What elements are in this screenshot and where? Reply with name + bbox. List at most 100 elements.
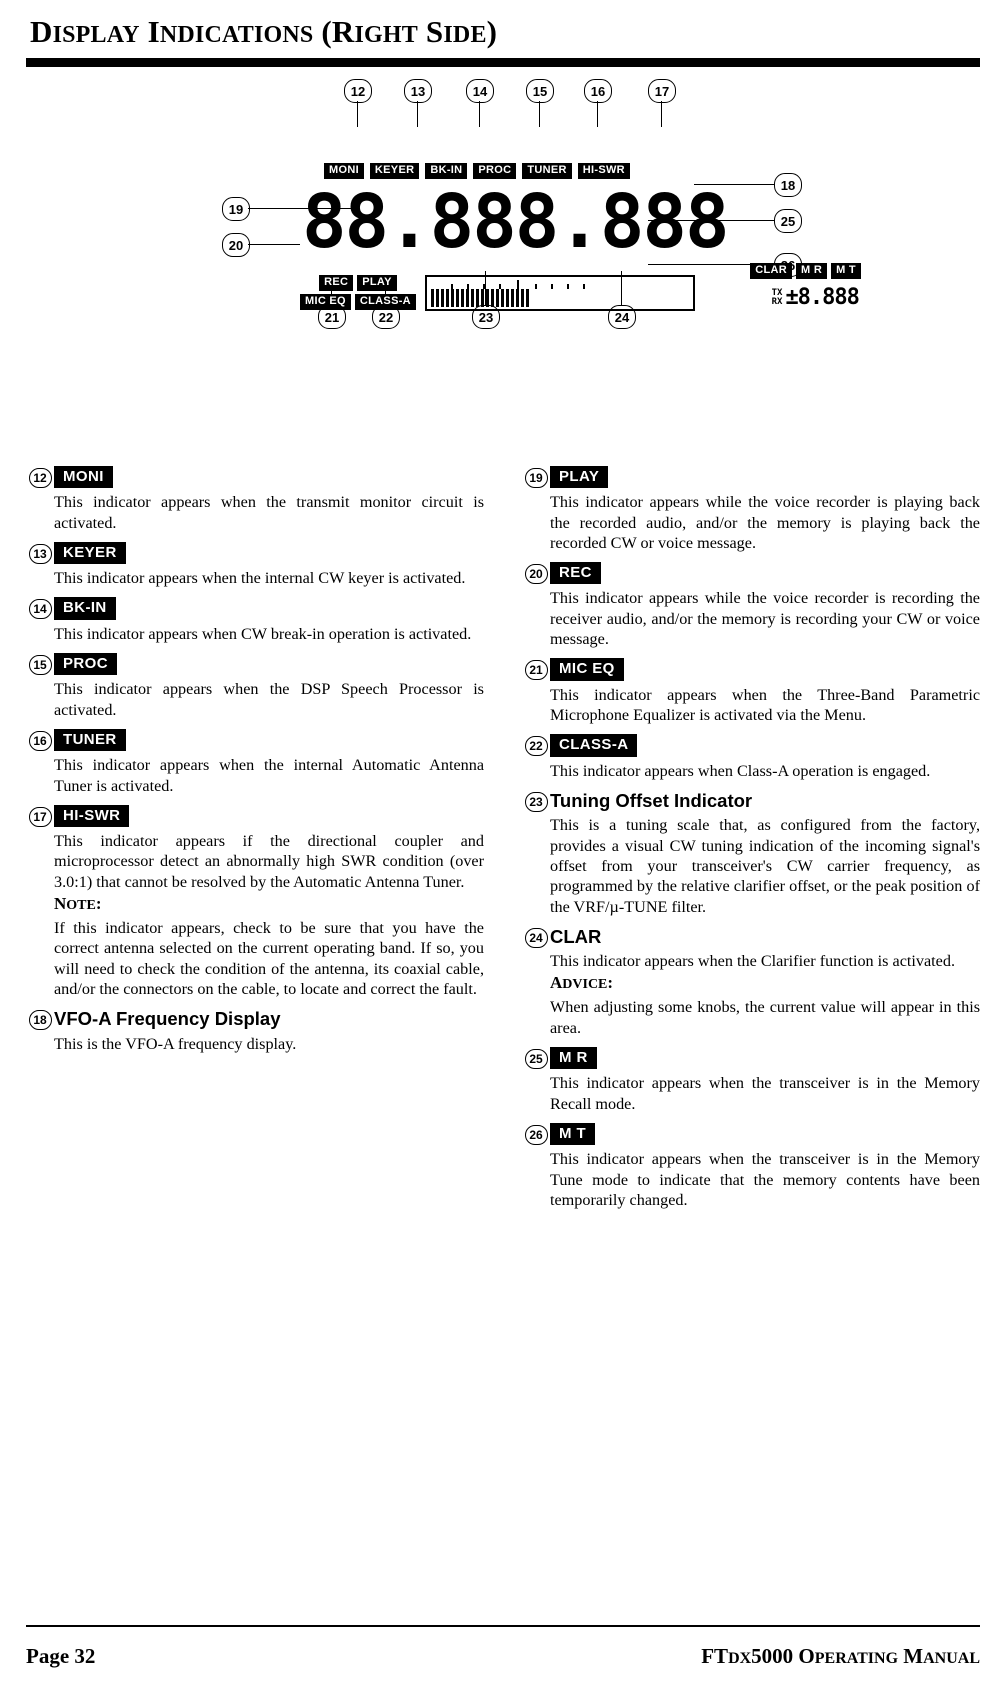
entry-14: 14 BK-IN This indicator appears when CW … (26, 597, 484, 644)
entry-heading-18: VFO-A Frequency Display (54, 1008, 281, 1030)
lcd-top-tags: MONI KEYER BK-IN PROC TUNER HI-SWR (324, 163, 630, 179)
note-label-17: NOTE: (54, 894, 102, 914)
tag-clar: CLAR (750, 263, 792, 279)
manual-page: DISPLAY INDICATIONS (RIGHT SIDE) 12 13 1… (0, 14, 1006, 1689)
note-text-17: If this indicator appears, check to be s… (54, 919, 484, 999)
entry-24: 24 CLAR This indicator appears when the … (522, 926, 980, 1038)
entry-25: 25 M R This indicator appears when the t… (522, 1047, 980, 1114)
entry-tag-keyer: KEYER (54, 541, 126, 565)
entry-text-12: This indicator appears when the transmit… (54, 493, 484, 532)
callout-18: 18 (774, 173, 802, 197)
tag-keyer: KEYER (369, 163, 420, 179)
page-footer: Page 32 FTDX5000 OPERATING MANUAL (26, 1644, 980, 1669)
entry-number-13: 13 (28, 543, 52, 564)
callout-12: 12 (344, 79, 372, 103)
entry-20: 20 REC This indicator appears while the … (522, 562, 980, 649)
entry-text-14: This indicator appears when CW break-in … (54, 624, 472, 643)
entry-number-25: 25 (524, 1049, 548, 1070)
tag-class-a: CLASS-A (354, 294, 416, 310)
entry-text-15: This indicator appears when the DSP Spee… (54, 680, 484, 719)
entry-tag-mic-eq: MIC EQ (550, 658, 624, 681)
page-title: DISPLAY INDICATIONS (RIGHT SIDE) (30, 14, 980, 50)
entry-tag-mt: M T (550, 1123, 596, 1146)
entry-tag-class-a: CLASS-A (550, 734, 638, 757)
tag-mr: M R (796, 263, 828, 279)
entry-23: 23 Tuning Offset Indicator This is a tun… (522, 790, 980, 917)
entry-19: 19 PLAY This indicator appears while the… (522, 466, 980, 553)
tag-play: PLAY (357, 275, 397, 291)
title-divider (26, 58, 980, 67)
entry-number-12: 12 (28, 468, 52, 488)
entry-text-22: This indicator appears when Class-A oper… (550, 761, 931, 780)
entry-number-24: 24 (524, 927, 548, 948)
entry-number-20: 20 (524, 564, 548, 585)
entry-16: 16 TUNER This indicator appears when the… (26, 728, 484, 796)
entry-heading-23: Tuning Offset Indicator (550, 789, 753, 811)
tag-tuner: TUNER (522, 163, 572, 179)
callout-25: 25 (774, 209, 802, 233)
callout-15: 15 (526, 79, 554, 103)
entry-22: 22 CLASS-A This indicator appears when C… (522, 734, 980, 781)
entry-tag-moni: MONI (54, 466, 113, 489)
entry-text-19: This indicator appears while the voice r… (550, 493, 980, 552)
entry-text-13: This indicator appears when the internal… (54, 569, 466, 588)
entry-text-26: This indicator appears when the transcei… (550, 1150, 980, 1209)
callout-16: 16 (584, 79, 612, 103)
rec-play-column: REC PLAY MIC EQ CLASS-A (300, 275, 416, 310)
entry-text-17: This indicator appears if the directiona… (54, 832, 484, 891)
entry-number-17: 17 (28, 806, 52, 827)
entry-text-24: This indicator appears when the Clarifie… (550, 952, 955, 971)
tag-rec: REC (319, 275, 354, 291)
tag-mt: M T (831, 263, 861, 279)
frequency-display: 88.888.888 (302, 179, 730, 265)
entry-text-18: This is the VFO-A frequency display. (54, 1034, 297, 1053)
entry-text-25: This indicator appears when the transcei… (550, 1074, 980, 1113)
entry-number-22: 22 (524, 736, 548, 757)
entry-26: 26 M T This indicator appears when the t… (522, 1123, 980, 1210)
entry-tag-mr: M R (550, 1047, 597, 1070)
entry-tag-tuner: TUNER (54, 728, 126, 752)
manual-name: FTDX5000 OPERATING MANUAL (701, 1644, 980, 1668)
right-column: 19 PLAY This indicator appears while the… (522, 466, 980, 1219)
note-text-24: When adjusting some knobs, the current v… (550, 998, 980, 1037)
tag-hi-swr: HI-SWR (577, 163, 630, 179)
tag-moni: MONI (324, 163, 364, 179)
entry-15: 15 PROC This indicator appears when the … (26, 653, 484, 720)
entry-tag-hi-swr: HI-SWR (54, 804, 130, 828)
page-number: Page 32 (26, 1644, 96, 1668)
entry-text-23: This is a tuning scale that, as configur… (550, 816, 980, 916)
entry-12: 12 MONI This indicator appears when the … (26, 466, 484, 533)
entry-number-16: 16 (28, 730, 52, 751)
lcd-panel: MONI KEYER BK-IN PROC TUNER HI-SWR 88.88… (274, 121, 861, 321)
display-diagram: 12 13 14 15 16 17 19 20 18 25 26 21 22 2… (26, 73, 980, 413)
rx-label: RX (771, 297, 783, 307)
entry-tag-rec: REC (550, 562, 601, 585)
clarifier-value: ±8.888 (785, 285, 859, 310)
tag-bk-in: BK-IN (425, 163, 468, 179)
entry-tag-bk-in: BK-IN (54, 597, 116, 620)
entry-number-21: 21 (524, 660, 548, 681)
entry-text-16: This indicator appears when the internal… (54, 756, 484, 795)
entry-number-18: 18 (28, 1010, 52, 1031)
note-label-24: ADVICE: (550, 973, 614, 993)
entry-13: 13 KEYER This indicator appears when the… (26, 541, 484, 589)
body-columns: 12 MONI This indicator appears when the … (26, 466, 980, 1219)
callout-17: 17 (648, 79, 676, 103)
footer-divider (26, 1624, 980, 1627)
entry-number-15: 15 (28, 655, 52, 676)
entry-17: 17 HI-SWR This indicator appears if the … (26, 804, 484, 1000)
entry-tag-play: PLAY (550, 466, 609, 489)
entry-text-21: This indicator appears when the Three-Ba… (550, 685, 980, 725)
entry-heading-24: CLAR (550, 925, 602, 947)
tag-mic-eq: MIC EQ (300, 294, 351, 310)
tx-rx-labels: TX RX (771, 288, 783, 308)
entry-number-14: 14 (28, 599, 52, 620)
entry-number-23: 23 (524, 791, 548, 812)
callout-13: 13 (404, 79, 432, 103)
left-column: 12 MONI This indicator appears when the … (26, 466, 484, 1219)
entry-18: 18 VFO-A Frequency Display This is the V… (26, 1008, 484, 1054)
entry-text-20: This indicator appears while the voice r… (550, 589, 980, 649)
entry-number-26: 26 (524, 1125, 548, 1146)
page-title-text: DISPLAY INDICATIONS (RIGHT SIDE) (30, 14, 498, 49)
entry-21: 21 MIC EQ This indicator appears when th… (522, 658, 980, 725)
